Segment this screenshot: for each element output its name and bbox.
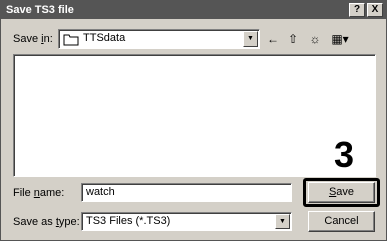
chevron-down-icon[interactable]: ▼ bbox=[275, 214, 290, 229]
save-as-type-label: Save as type: bbox=[13, 216, 80, 228]
file-name-value: watch bbox=[86, 186, 115, 198]
save-dialog: Save TS3 file ? X Save in: TTSdata ▼ ← ⇧… bbox=[0, 0, 387, 241]
save-in-label: Save in: bbox=[13, 33, 53, 45]
step-callout: 3 bbox=[334, 134, 355, 175]
view-menu-icon[interactable]: ▦▾ bbox=[328, 30, 352, 48]
save-in-value: TTSdata bbox=[83, 32, 126, 44]
cancel-button[interactable]: Cancel bbox=[308, 211, 375, 232]
close-button[interactable]: X bbox=[367, 3, 383, 17]
help-button[interactable]: ? bbox=[349, 3, 365, 17]
up-folder-icon[interactable]: ⇧ bbox=[284, 30, 302, 48]
title-bar: Save TS3 file ? X bbox=[1, 1, 386, 19]
save-button[interactable]: Save bbox=[308, 182, 375, 203]
chevron-down-icon[interactable]: ▼ bbox=[243, 31, 258, 47]
save-in-dropdown[interactable]: TTSdata ▼ bbox=[58, 29, 260, 49]
window-title: Save TS3 file bbox=[6, 4, 74, 16]
file-name-label: File name: bbox=[13, 187, 65, 199]
file-list[interactable] bbox=[13, 54, 376, 177]
folder-icon bbox=[63, 33, 79, 49]
save-as-type-value: TS3 Files (*.TS3) bbox=[86, 215, 171, 227]
new-folder-icon[interactable]: ☼ bbox=[306, 30, 324, 48]
file-name-input[interactable]: watch bbox=[81, 183, 292, 202]
save-as-type-dropdown[interactable]: TS3 Files (*.TS3) ▼ bbox=[81, 212, 292, 231]
back-icon[interactable]: ← bbox=[264, 30, 282, 48]
